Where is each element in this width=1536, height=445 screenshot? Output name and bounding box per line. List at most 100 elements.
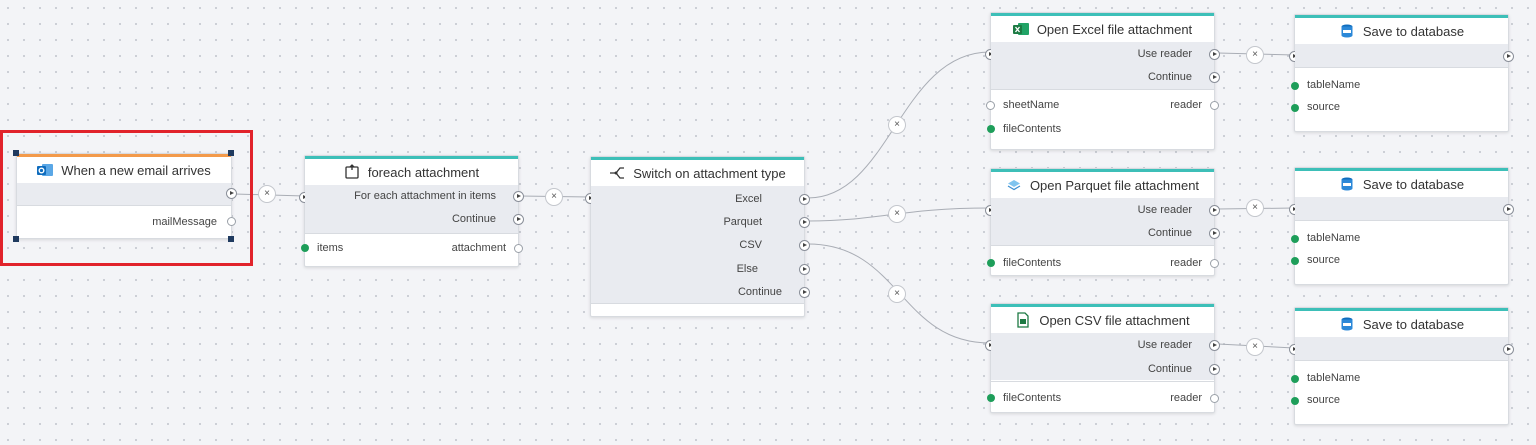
flow-continue-label: Continue — [1147, 71, 1192, 83]
case-output-port[interactable] — [799, 217, 810, 228]
data-input-port[interactable] — [1291, 82, 1299, 90]
input-filecontents-label: fileContents — [1003, 257, 1062, 269]
data-output-port[interactable] — [1210, 259, 1219, 268]
case-csv-label: CSV — [739, 239, 762, 251]
data-input-port[interactable] — [986, 101, 995, 110]
section-divider — [1295, 360, 1508, 361]
section-divider — [991, 381, 1214, 382]
node-header: Save to database — [1295, 311, 1508, 337]
section-divider — [1295, 67, 1508, 68]
flow-continue-label: Continue — [1147, 363, 1192, 375]
connector-delete-button[interactable]: × — [888, 285, 906, 303]
outlook-icon — [37, 162, 54, 178]
case-parquet-label: Parquet — [723, 216, 762, 228]
flow-continue-label: Continue — [737, 286, 782, 298]
output-reader-label: reader — [1170, 392, 1202, 404]
data-input-port[interactable] — [1291, 397, 1299, 405]
output-mailmessage-label: mailMessage — [152, 216, 217, 228]
connector-delete-button[interactable]: × — [258, 185, 276, 203]
node-header: Open Excel file attachment — [991, 16, 1214, 42]
connector-delete-button[interactable]: × — [1246, 46, 1264, 64]
connector-delete-button[interactable]: × — [888, 116, 906, 134]
node-header: When a new email arrives — [17, 157, 231, 183]
node-title: When a new email arrives — [61, 162, 211, 178]
data-input-port[interactable] — [301, 244, 309, 252]
excel-icon — [1012, 21, 1029, 37]
node-header: Open Parquet file attachment — [991, 172, 1214, 198]
node-email-trigger[interactable]: When a new email arrives mailMessage — [16, 153, 237, 239]
input-filecontents-label: fileContents — [1003, 123, 1062, 135]
node-save-to-database[interactable]: Save to database tableName source — [1289, 14, 1514, 132]
flow-output-port[interactable] — [1209, 72, 1220, 83]
section-divider — [991, 89, 1214, 90]
data-input-port[interactable] — [1291, 257, 1299, 265]
csv-file-icon — [1015, 312, 1031, 328]
resize-handle[interactable] — [13, 150, 19, 156]
case-output-port[interactable] — [799, 264, 810, 275]
data-input-port[interactable] — [987, 394, 995, 402]
node-open-excel[interactable]: Open Excel file attachment Use reader Co… — [985, 12, 1220, 150]
node-header: foreach attachment — [305, 159, 518, 185]
flow-output-label: Continue — [451, 213, 496, 225]
connector-delete-button[interactable]: × — [1246, 199, 1264, 217]
parquet-icon — [1006, 177, 1022, 193]
sql-database-icon — [1339, 316, 1355, 332]
input-source-label: source — [1307, 254, 1341, 266]
resize-handle[interactable] — [228, 236, 234, 242]
node-save-to-database[interactable]: Save to database tableName source — [1289, 307, 1514, 425]
data-input-port[interactable] — [987, 259, 995, 267]
data-output-port[interactable] — [514, 244, 523, 253]
case-output-port[interactable] — [799, 194, 810, 205]
flow-output-port[interactable] — [1209, 205, 1220, 216]
node-foreach-attachment[interactable]: foreach attachment For each attachment i… — [299, 155, 524, 267]
output-reader-label: reader — [1170, 99, 1202, 111]
sql-database-icon — [1339, 176, 1355, 192]
connector-delete-button[interactable]: × — [1246, 338, 1264, 356]
node-header: Switch on attachment type — [591, 160, 804, 186]
data-output-port[interactable] — [1210, 101, 1219, 110]
node-open-parquet[interactable]: Open Parquet file attachment Use reader … — [985, 168, 1220, 276]
section-divider — [305, 233, 518, 234]
node-title: Open Excel file attachment — [1036, 21, 1193, 37]
node-title: Switch on attachment type — [633, 165, 786, 181]
flow-continue-label: Continue — [1147, 227, 1192, 239]
flow-section — [1295, 44, 1508, 67]
data-input-port[interactable] — [987, 125, 995, 133]
node-title: Save to database — [1362, 23, 1465, 39]
node-save-to-database[interactable]: Save to database tableName source — [1289, 167, 1514, 285]
data-output-port[interactable] — [1210, 394, 1219, 403]
node-switch-attachment-type[interactable]: Switch on attachment type Excel Parquet … — [585, 156, 810, 317]
flow-output-port[interactable] — [1209, 228, 1220, 239]
flow-output-port[interactable] — [1209, 340, 1220, 351]
flow-output-port[interactable] — [1503, 51, 1514, 62]
output-attachment-label: attachment — [451, 242, 506, 254]
flow-output-port[interactable] — [513, 191, 524, 202]
node-open-csv[interactable]: Open CSV file attachment Use reader Cont… — [985, 303, 1220, 413]
sql-database-icon — [1339, 23, 1355, 39]
flow-output-port[interactable] — [1503, 204, 1514, 215]
section-divider — [1295, 220, 1508, 221]
flow-output-port[interactable] — [799, 287, 810, 298]
data-output-port[interactable] — [227, 217, 236, 226]
input-tablename-label: tableName — [1307, 372, 1361, 384]
section-divider — [591, 303, 804, 304]
node-title: Save to database — [1362, 316, 1465, 332]
resize-handle[interactable] — [228, 150, 234, 156]
flow-output-port[interactable] — [513, 214, 524, 225]
output-reader-label: reader — [1170, 257, 1202, 269]
input-sheetname-label: sheetName — [1003, 99, 1060, 111]
data-input-port[interactable] — [1291, 375, 1299, 383]
flow-output-port[interactable] — [1209, 49, 1220, 60]
flow-output-port[interactable] — [1503, 344, 1514, 355]
node-title: foreach attachment — [367, 164, 480, 180]
data-input-port[interactable] — [1291, 104, 1299, 112]
connector-delete-button[interactable]: × — [888, 205, 906, 223]
resize-handle[interactable] — [13, 236, 19, 242]
flow-output-port[interactable] — [1209, 364, 1220, 375]
input-items-label: items — [317, 242, 344, 254]
flow-output-port[interactable] — [226, 188, 237, 199]
connector-delete-button[interactable]: × — [545, 188, 563, 206]
case-output-port[interactable] — [799, 240, 810, 251]
flow-output-label: For each attachment in items — [354, 190, 496, 202]
data-input-port[interactable] — [1291, 235, 1299, 243]
